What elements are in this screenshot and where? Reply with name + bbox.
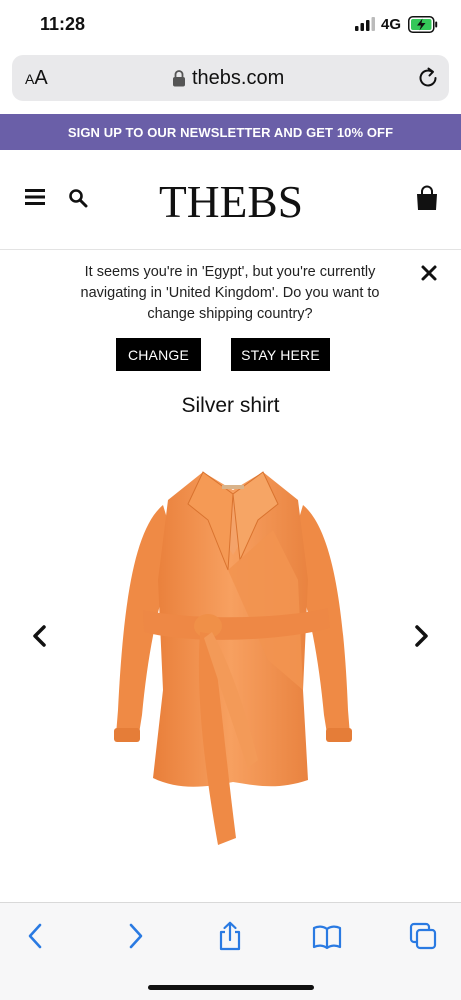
forward-icon[interactable] xyxy=(120,921,150,951)
battery-icon xyxy=(408,16,438,33)
bag-icon[interactable] xyxy=(415,185,439,211)
country-notice: It seems you're in 'Egypt', but you're c… xyxy=(0,262,461,371)
address-bar[interactable]: AA thebs.com xyxy=(12,55,449,101)
site-logo[interactable]: THEBS xyxy=(158,178,304,222)
signal-icon xyxy=(355,17,375,31)
url-display[interactable]: thebs.com xyxy=(172,65,284,91)
menu-icon[interactable] xyxy=(24,186,46,208)
reload-icon[interactable] xyxy=(416,66,440,90)
change-country-button[interactable]: CHANGE xyxy=(116,338,201,371)
tabs-icon[interactable] xyxy=(408,921,438,951)
newsletter-banner-text: SIGN UP TO OUR NEWSLETTER AND GET 10% OF… xyxy=(67,124,394,140)
lock-icon xyxy=(173,70,185,87)
chevron-right-icon[interactable] xyxy=(411,624,431,648)
close-icon[interactable] xyxy=(420,264,438,282)
country-notice-message: It seems you're in 'Egypt', but you're c… xyxy=(80,264,380,322)
network-label: 4G xyxy=(381,16,402,33)
browser-toolbar xyxy=(0,902,461,1000)
stay-here-button[interactable]: STAY HERE xyxy=(231,338,330,371)
text-size-button[interactable]: AA xyxy=(25,67,48,90)
status-bar: 11:28 4G xyxy=(0,0,461,50)
site-header: THEBS xyxy=(0,150,461,250)
search-icon[interactable] xyxy=(68,188,88,208)
url-text: thebs.com xyxy=(192,66,285,89)
back-icon[interactable] xyxy=(21,921,51,951)
status-time: 11:28 xyxy=(40,14,86,34)
chevron-left-icon[interactable] xyxy=(30,624,50,648)
newsletter-banner[interactable]: SIGN UP TO OUR NEWSLETTER AND GET 10% OF… xyxy=(0,114,461,150)
bookmarks-icon[interactable] xyxy=(312,921,342,951)
logo-text: THEBS xyxy=(159,178,303,222)
product-title: Silver shirt xyxy=(181,394,280,417)
home-indicator[interactable] xyxy=(148,985,314,990)
share-icon[interactable] xyxy=(215,921,245,951)
product-image[interactable] xyxy=(108,460,358,860)
